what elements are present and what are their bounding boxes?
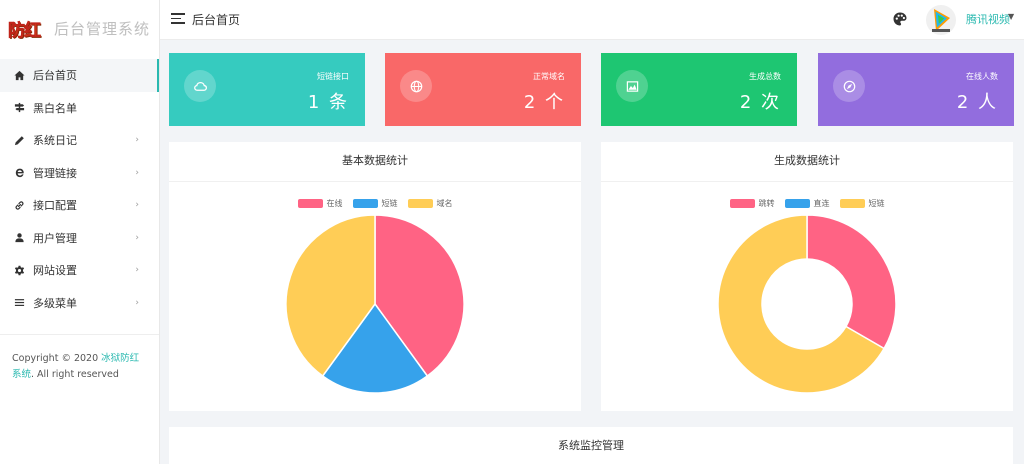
pencil-icon (12, 133, 26, 147)
menu-lines-icon (12, 296, 26, 310)
page-title: 后台首页 (192, 13, 241, 27)
sidebar: 防红 防红 后台管理系统 后台首页 黑白名单 系统日记 › 管理链接 › 接口配… (0, 0, 160, 464)
signpost-icon (12, 101, 26, 115)
stat-label: 短链接口 (317, 72, 349, 81)
sidebar-item-syslog[interactable]: 系统日记 › (0, 124, 159, 157)
chevron-right-icon: › (135, 297, 139, 308)
user-icon (12, 231, 26, 245)
sidebar-item-settings[interactable]: 网站设置 › (0, 254, 159, 287)
sidebar-item-label: 用户管理 (33, 231, 77, 245)
compass-icon (833, 70, 865, 102)
stat-label: 生成总数 (749, 72, 781, 81)
sidebar-item-label: 黑白名单 (33, 101, 77, 115)
sidebar-item-label: 管理链接 (33, 166, 77, 180)
panel-title: 系统监控管理 (169, 427, 1013, 464)
globe-icon (400, 70, 432, 102)
stat-card-generated[interactable]: 生成总数 2 次 (601, 53, 797, 126)
sidebar-menu: 后台首页 黑白名单 系统日记 › 管理链接 › 接口配置 › 用户管理 › 网站… (0, 59, 159, 319)
chevron-right-icon: › (135, 232, 139, 243)
sidebar-item-home[interactable]: 后台首页 (0, 59, 159, 92)
chevron-right-icon: › (135, 200, 139, 211)
sidebar-item-api[interactable]: 接口配置 › (0, 189, 159, 222)
doughnut-chart-generate[interactable] (601, 142, 1013, 411)
sidebar-item-multimenu[interactable]: 多级菜单 › (0, 287, 159, 320)
caret-down-icon[interactable]: ▼ (1008, 12, 1014, 21)
stat-label: 正常域名 (533, 72, 565, 81)
pie-chart-basic[interactable] (169, 142, 581, 411)
menu-toggle-icon[interactable] (171, 13, 185, 25)
home-icon (12, 68, 26, 82)
chevron-right-icon: › (135, 135, 139, 146)
chevron-right-icon: › (135, 167, 139, 178)
sidebar-item-blackwhite[interactable]: 黑白名单 (0, 92, 159, 125)
ie-browser-icon (12, 166, 26, 180)
gear-icon (12, 263, 26, 277)
slice-redirect[interactable] (806, 214, 897, 350)
sidebar-item-links[interactable]: 管理链接 › (0, 157, 159, 190)
stat-label: 在线人数 (966, 72, 998, 81)
chevron-right-icon: › (135, 265, 139, 276)
sidebar-item-label: 多级菜单 (33, 296, 77, 310)
sidebar-divider (0, 334, 159, 335)
stat-value: 2 人 (956, 92, 998, 113)
panel-basic-stats: 基本数据统计 在线 短链 域名 (169, 142, 581, 411)
sidebar-item-label: 系统日记 (33, 134, 77, 148)
stat-card-domains[interactable]: 正常域名 2 个 (385, 53, 581, 126)
sidebar-item-label: 网站设置 (33, 264, 77, 278)
sidebar-item-users[interactable]: 用户管理 › (0, 222, 159, 255)
brand[interactable]: 防红 防红 后台管理系统 (0, 0, 159, 56)
avatar[interactable] (926, 5, 956, 35)
top-header: 后台首页 腾讯视频 ▼ (160, 0, 1024, 40)
sidebar-item-label: 后台首页 (33, 69, 77, 83)
panel-generate-stats: 生成数据统计 跳转 直连 短链 (601, 142, 1013, 411)
stat-value: 2 次 (739, 92, 781, 113)
link-icon (12, 198, 26, 212)
stat-value: 2 个 (523, 92, 565, 113)
brand-logo: 防红 防红 (8, 21, 42, 42)
stat-card-shortlink[interactable]: 短链接口 1 条 (169, 53, 365, 126)
cloud-icon (184, 70, 216, 102)
brand-title: 后台管理系统 (54, 19, 151, 38)
panel-system-monitor: 系统监控管理 (169, 427, 1013, 464)
stat-value: 1 条 (307, 92, 349, 113)
copyright: Copyright © 2020 冰狱防红系统. All right reser… (12, 353, 140, 380)
stat-card-online[interactable]: 在线人数 2 人 (818, 53, 1014, 126)
palette-icon[interactable] (892, 11, 908, 27)
chart-image-icon (616, 70, 648, 102)
user-name[interactable]: 腾讯视频 (966, 11, 1010, 27)
sidebar-item-label: 接口配置 (33, 199, 77, 213)
